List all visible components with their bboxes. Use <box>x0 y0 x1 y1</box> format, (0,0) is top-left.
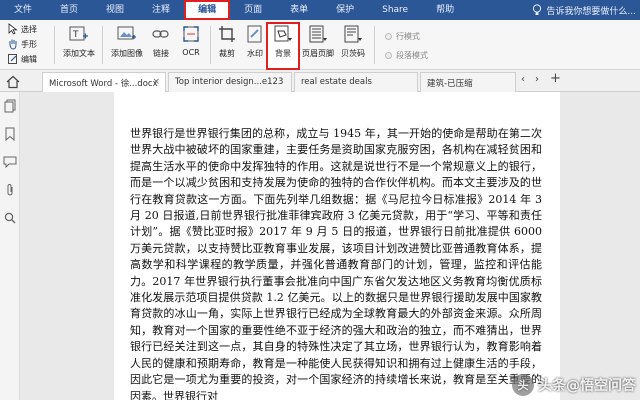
menu-home[interactable]: 首页 <box>46 0 92 20</box>
ocr-button[interactable]: OCR <box>178 24 204 68</box>
add-image-button[interactable]: 添加图像 <box>108 24 146 68</box>
toolbar-divider <box>374 26 375 64</box>
tab-building[interactable]: 建筑-已压缩 <box>420 72 516 92</box>
tab-scroll-right-icon[interactable]: › <box>535 74 539 85</box>
mode-tools: 选择 手形 编辑 <box>8 22 56 67</box>
tab-word-doc[interactable]: Microsoft Word - 徐...docx × <box>42 72 166 92</box>
ocr-icon <box>180 24 202 44</box>
menu-protect[interactable]: 保护 <box>322 0 368 20</box>
toolbar-divider <box>102 26 103 64</box>
hand-tool-label: 手形 <box>21 40 37 49</box>
tab-label: Microsoft Word - 徐...docx <box>49 79 158 89</box>
cursor-icon <box>8 22 18 37</box>
hand-icon <box>8 38 18 52</box>
add-image-label: 添加图像 <box>111 49 143 58</box>
crop-icon <box>216 24 238 44</box>
paragraph-mode-option[interactable]: 段落模式 <box>385 50 428 61</box>
background-icon <box>272 24 294 44</box>
watermark-label: 水印 <box>247 49 263 58</box>
edit-tool-label: 编辑 <box>21 55 37 64</box>
line-mode-option[interactable]: 行模式 <box>385 31 420 42</box>
watermark-text: 头条@悟空问答 <box>538 378 636 394</box>
link-label: 链接 <box>153 49 169 58</box>
menu-form[interactable]: 表单 <box>276 0 322 20</box>
header-footer-button[interactable]: 页眉页脚 <box>302 24 334 68</box>
home-icon[interactable] <box>6 74 20 89</box>
tell-me-text: 告诉我你想要做什么... <box>546 6 636 17</box>
header-footer-label: 页眉页脚 <box>302 49 334 58</box>
background-label: 背景 <box>275 49 291 58</box>
pages-thumbnail-icon[interactable] <box>0 92 20 120</box>
bates-number-button[interactable]: 贝茨码 <box>338 24 368 68</box>
background-button[interactable]: 背景 <box>266 22 300 70</box>
toolbar-divider <box>210 26 211 64</box>
ocr-label: OCR <box>182 48 200 57</box>
add-text-button[interactable]: T 添加文本 <box>60 24 98 68</box>
bates-number-icon <box>342 24 364 44</box>
tell-me-search[interactable]: 告诉我你想要做什么... <box>531 0 636 20</box>
crop-button[interactable]: 裁剪 <box>214 24 240 68</box>
crop-label: 裁剪 <box>219 49 235 58</box>
menu-edit[interactable]: 编辑 <box>184 0 231 20</box>
toolbar-divider <box>54 26 55 64</box>
svg-text:T: T <box>72 30 79 40</box>
link-icon <box>150 24 172 44</box>
add-text-icon: T <box>68 24 90 44</box>
lightbulb-icon <box>531 4 543 16</box>
menu-bar: 文件 首页 视图 注释 编辑 页面 表单 保护 Share 帮助 告诉我你想要做… <box>0 0 640 20</box>
left-sidebar <box>0 92 20 400</box>
document-viewport[interactable]: 世界银行是世界银行集团的总称，成立与 1945 年，其一开始的使命是帮助在第二次… <box>20 92 640 400</box>
watermark-button[interactable]: 水印 <box>244 24 266 68</box>
add-text-label: 添加文本 <box>63 49 95 58</box>
watermark-icon <box>244 24 266 44</box>
menu-page[interactable]: 页面 <box>230 0 276 20</box>
menu-help[interactable]: 帮助 <box>422 0 468 20</box>
line-mode-label: 行模式 <box>396 32 420 41</box>
tab-interior-design[interactable]: Top interior design...e123 <box>168 72 292 92</box>
tab-label: 建筑-已压缩 <box>427 79 473 89</box>
comment-icon[interactable] <box>0 148 20 176</box>
link-button[interactable]: 链接 <box>150 24 172 68</box>
edit-pencil-icon <box>8 53 18 67</box>
bates-number-label: 贝茨码 <box>341 49 365 58</box>
document-tab-bar: Microsoft Word - 徐...docx × Top interior… <box>0 70 640 92</box>
site-watermark: 头 头条@悟空问答 <box>512 374 636 396</box>
hand-tool[interactable]: 手形 <box>8 37 56 52</box>
select-tool-label: 选择 <box>21 25 37 34</box>
radio-dot-icon <box>385 52 392 59</box>
menu-file[interactable]: 文件 <box>0 0 46 20</box>
edit-tool[interactable]: 编辑 <box>8 52 56 67</box>
new-tab-button[interactable]: + <box>550 71 561 86</box>
attachment-icon[interactable] <box>0 176 20 204</box>
paragraph-mode-label: 段落模式 <box>396 51 428 60</box>
document-page[interactable]: 世界银行是世界银行集团的总称，成立与 1945 年，其一开始的使命是帮助在第二次… <box>114 92 560 400</box>
bookmark-icon[interactable] <box>0 120 20 148</box>
menu-comment[interactable]: 注释 <box>138 0 184 20</box>
select-tool[interactable]: 选择 <box>8 22 56 37</box>
add-image-icon <box>116 24 138 44</box>
menu-share[interactable]: Share <box>368 0 422 20</box>
ribbon-toolbar: 选择 手形 编辑 T 添加文本 添加图像 链接 OCR 裁剪 水印 背景 页眉页… <box>0 20 640 70</box>
document-body-text[interactable]: 世界银行是世界银行集团的总称，成立与 1945 年，其一开始的使命是帮助在第二次… <box>130 126 542 400</box>
close-icon[interactable]: × <box>152 77 160 87</box>
tab-label: Top interior design...e123 <box>175 77 284 87</box>
watermark-logo: 头 <box>512 374 534 396</box>
tab-scroll-left-icon[interactable]: ‹ <box>521 74 525 85</box>
tab-real-estate[interactable]: real estate deals <box>294 72 418 92</box>
header-footer-icon <box>307 24 329 44</box>
menu-view[interactable]: 视图 <box>92 0 138 20</box>
tab-label: real estate deals <box>301 77 372 87</box>
search-icon[interactable] <box>0 204 20 232</box>
radio-dot-icon <box>385 33 392 40</box>
